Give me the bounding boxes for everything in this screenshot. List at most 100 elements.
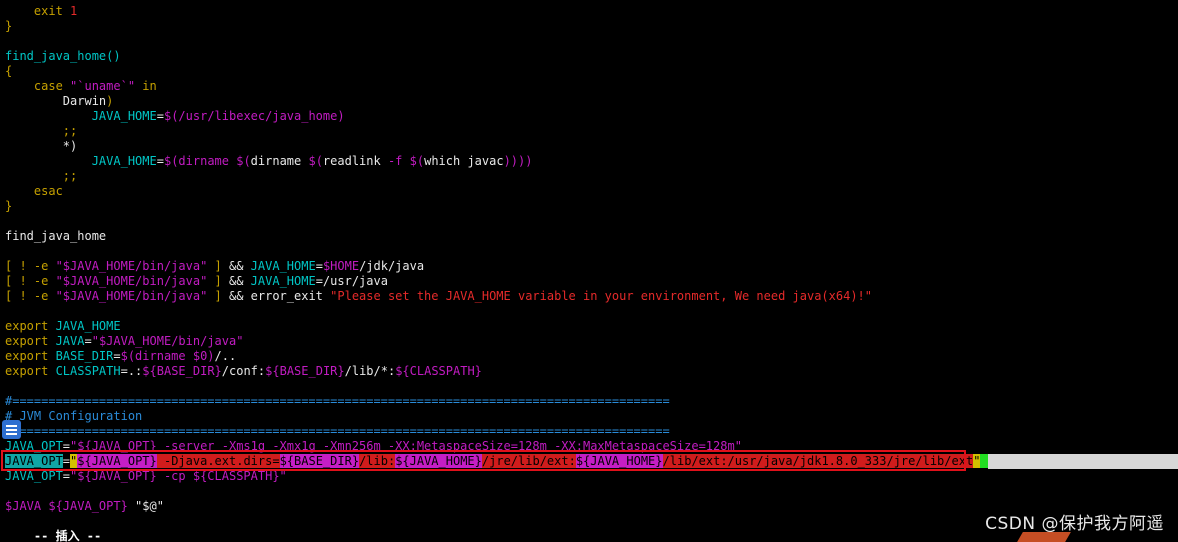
- code-token: export: [5, 349, 56, 363]
- code-line[interactable]: [0, 379, 1178, 394]
- code-line[interactable]: export JAVA_HOME: [0, 319, 1178, 334]
- code-token: which javac: [424, 154, 504, 168]
- code-token: export: [5, 364, 56, 378]
- code-line[interactable]: JAVA_HOME=$(dirname $(dirname $(readlink…: [0, 154, 1178, 169]
- code-token: JAVA_HOME: [55, 319, 121, 333]
- code-line[interactable]: find_java_home(): [0, 49, 1178, 64]
- code-token: [ ! -e: [5, 289, 56, 303]
- code-token: =: [156, 154, 164, 168]
- code-line[interactable]: #=======================================…: [0, 394, 1178, 409]
- code-line[interactable]: ;;: [0, 124, 1178, 139]
- code-token: JAVA_HOME: [91, 109, 157, 123]
- code-line[interactable]: ;;: [0, 169, 1178, 184]
- code-line[interactable]: esac: [0, 184, 1178, 199]
- code-token: {: [5, 64, 13, 78]
- code-line[interactable]: JAVA_HOME=$(/usr/libexec/java_home): [0, 109, 1178, 124]
- code-token: /lib/*:: [344, 364, 396, 378]
- code-line[interactable]: $JAVA ${JAVA_OPT} "$@": [0, 499, 1178, 514]
- code-token: "`uname`": [70, 79, 136, 93]
- code-line[interactable]: export CLASSPATH=.:${BASE_DIR}/conf:${BA…: [0, 364, 1178, 379]
- editor-buffer[interactable]: exit 1} find_java_home(){ case "`uname`" …: [0, 4, 1178, 514]
- code-line[interactable]: [ ! -e "$JAVA_HOME/bin/java" ] && error_…: [0, 289, 1178, 304]
- code-token: =: [315, 259, 323, 273]
- code-line[interactable]: {: [0, 64, 1178, 79]
- code-token: ]: [207, 259, 229, 273]
- code-token: &&: [228, 274, 251, 288]
- code-token: esac: [33, 184, 63, 198]
- code-token: exit: [33, 4, 71, 18]
- code-line[interactable]: exit 1: [0, 4, 1178, 19]
- code-line[interactable]: JAVA_OPT="${JAVA_OPT} -cp ${CLASSPATH}": [0, 469, 1178, 484]
- code-token: =: [113, 349, 121, 363]
- code-line[interactable]: }: [0, 19, 1178, 34]
- code-line[interactable]: [0, 304, 1178, 319]
- code-token: *): [62, 139, 78, 153]
- code-line[interactable]: export JAVA="$JAVA_HOME/bin/java": [0, 334, 1178, 349]
- code-token: =/usr/java: [315, 274, 388, 288]
- code-line-current[interactable]: JAVA_OPT="${JAVA_OPT} -Djava.ext.dirs=${…: [0, 454, 1178, 469]
- code-token: export: [5, 334, 56, 348]
- code-token: =.:: [120, 364, 143, 378]
- code-token: JAVA_HOME: [250, 274, 316, 288]
- code-line[interactable]: [0, 34, 1178, 49]
- terminal-window[interactable]: exit 1} find_java_home(){ case "`uname`" …: [0, 0, 1178, 542]
- code-token: /jdk/java: [359, 259, 425, 273]
- code-line[interactable]: export BASE_DIR=$(dirname $0)/..: [0, 349, 1178, 364]
- code-line[interactable]: *): [0, 139, 1178, 154]
- code-line[interactable]: [0, 244, 1178, 259]
- code-token: #=======================================…: [5, 394, 670, 408]
- code-token: "$JAVA_HOME/bin/java": [91, 334, 244, 348]
- code-token: BASE_DIR: [55, 349, 114, 363]
- code-token: case: [33, 79, 71, 93]
- code-line[interactable]: #=======================================…: [0, 424, 1178, 439]
- code-line[interactable]: find_java_home: [0, 229, 1178, 244]
- mode-label: -- 插入 --: [33, 529, 102, 542]
- code-line[interactable]: [0, 214, 1178, 229]
- code-line[interactable]: }: [0, 199, 1178, 214]
- code-token: ${JAVA_HOME}: [575, 454, 663, 468]
- code-line[interactable]: [ ! -e "$JAVA_HOME/bin/java" ] && JAVA_H…: [0, 259, 1178, 274]
- code-token: -Djava.ext.dirs=: [156, 454, 280, 468]
- code-line[interactable]: [0, 484, 1178, 499]
- code-token: find_java_home(): [5, 49, 121, 63]
- code-line[interactable]: [ ! -e "$JAVA_HOME/bin/java" ] && JAVA_H…: [0, 274, 1178, 289]
- code-token: ;;: [62, 169, 78, 183]
- code-token: JAVA_HOME: [91, 154, 157, 168]
- code-token: "Please set the JAVA_HOME variable in yo…: [330, 289, 872, 303]
- code-token: $(: [236, 154, 251, 168]
- code-token: #=======================================…: [5, 424, 670, 438]
- code-token: "$@": [135, 499, 164, 513]
- code-token: /jre/lib/ext:: [481, 454, 576, 468]
- code-token: ${BASE_DIR}: [279, 454, 360, 468]
- code-line[interactable]: JAVA_OPT="${JAVA_OPT} -server -Xms1g -Xm…: [0, 439, 1178, 454]
- code-line[interactable]: # JVM Configuration: [0, 409, 1178, 424]
- code-token: readlink: [322, 154, 388, 168]
- code-token: =: [156, 109, 164, 123]
- code-token: dirname: [250, 154, 309, 168]
- code-token: =: [62, 439, 71, 453]
- code-token: "$JAVA_HOME/bin/java": [55, 259, 208, 273]
- code-token: ): [106, 94, 114, 108]
- code-token: JAVA_HOME: [250, 259, 316, 273]
- code-token: [ ! -e: [5, 259, 56, 273]
- code-token: CLASSPATH: [55, 364, 121, 378]
- code-line[interactable]: case "`uname`" in: [0, 79, 1178, 94]
- code-token: }: [5, 19, 13, 33]
- code-token: ${BASE_DIR}: [265, 364, 345, 378]
- code-token: /lib:: [359, 454, 396, 468]
- code-token: in: [135, 79, 157, 93]
- code-token: =: [84, 334, 92, 348]
- code-line[interactable]: Darwin): [0, 94, 1178, 109]
- line-selection-fill: [987, 454, 1178, 469]
- code-token: "${JAVA_OPT} -server -Xms1g -Xmx1g -Xmn2…: [70, 439, 742, 453]
- code-token: ]: [207, 274, 229, 288]
- code-token: ${JAVA_HOME}: [395, 454, 482, 468]
- code-token: export: [5, 319, 56, 333]
- list-icon[interactable]: [2, 420, 21, 439]
- code-token: dirname: [178, 154, 237, 168]
- code-token: "$JAVA_HOME/bin/java": [55, 289, 208, 303]
